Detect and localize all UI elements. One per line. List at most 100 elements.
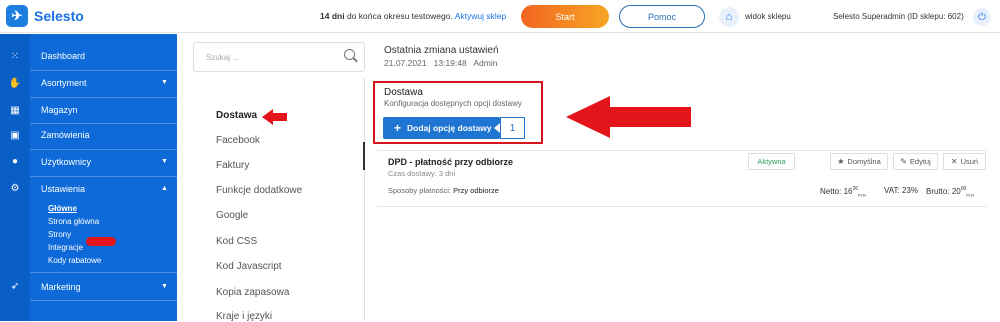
trial-days: 14 dni (320, 11, 345, 21)
logo-icon: ✈ (6, 5, 28, 27)
settings-item-dostawa[interactable]: Dostawa (216, 110, 257, 121)
sidebar-item-uzytkownicy[interactable]: Użytkownicy (41, 157, 91, 167)
default-label: Domyślna (847, 157, 881, 166)
edit-label: Edytuj (909, 157, 931, 166)
brand-name: Selesto (34, 8, 84, 24)
sidebar-item-zamowienia[interactable]: Zamówienia (41, 130, 90, 140)
star-icon: ★ (837, 157, 845, 166)
gear-icon: ⚙ (10, 183, 20, 194)
trial-text: do końca okresu testowego. (346, 11, 453, 21)
section-description: Konfiguracja dostępnych opcji dostawy (384, 99, 522, 108)
chevron-up-icon[interactable]: ▲ (161, 185, 168, 192)
scroll-indicator[interactable] (363, 142, 365, 170)
brutto-int: 20 (951, 187, 961, 196)
sidebar-item-ustawienia[interactable]: Ustawienia (41, 184, 85, 194)
user-icon: ● (11, 156, 19, 167)
activate-shop-link[interactable]: Aktywuj sklep (455, 11, 507, 21)
last-change-label: Ostatnia zmiana ustawień (384, 45, 499, 56)
view-shop-link[interactable]: widok sklepu (745, 12, 791, 21)
status-badge: Aktywna (748, 153, 795, 170)
settings-item-google[interactable]: Google (216, 210, 248, 221)
divider (377, 206, 987, 207)
divider (30, 70, 177, 71)
delete-label: Usuń (960, 157, 979, 166)
pointer-arrow-icon (262, 109, 287, 125)
handshake-icon: ✋ (8, 78, 22, 89)
edit-button[interactable]: ✎ Edytuj (893, 153, 938, 170)
add-delivery-option-button[interactable]: + Dodaj opcję dostawy (383, 117, 500, 139)
top-bar: ✈ Selesto 14 dni do końca okresu testowe… (0, 0, 1000, 33)
user-info: Selesto Superadmin (ID sklepu: 602) (833, 12, 964, 21)
rocket-icon: ➶ (10, 281, 20, 292)
section-title: Dostawa (384, 87, 423, 98)
divider (30, 300, 177, 301)
highlight-marker (86, 237, 116, 246)
brutto-label: Brutto: (926, 187, 950, 196)
close-icon: ✕ (950, 157, 958, 166)
settings-item-faktury[interactable]: Faktury (216, 160, 249, 171)
divider (377, 150, 987, 151)
sidebar-icon-rail: ⁙ ✋ ▦ ▣ ● ⚙ ➶ (0, 34, 30, 321)
chevron-down-icon[interactable]: ▼ (161, 79, 168, 86)
plus-icon: + (394, 121, 402, 135)
divider (30, 272, 177, 273)
sidebar-item-magazyn[interactable]: Magazyn (41, 105, 78, 115)
vat-value: 23% (901, 186, 918, 195)
search-icon[interactable] (344, 49, 355, 60)
count-badge: 1 (494, 117, 525, 139)
price-vat: VAT: 23% (884, 186, 918, 195)
search-input[interactable]: Szukaj ... (193, 42, 365, 72)
price-brutto: Brutto: 2000PLN (926, 186, 974, 198)
divider (364, 78, 365, 321)
netto-currency: PLN (858, 192, 866, 198)
price-netto: Netto: 1626PLN (820, 186, 866, 198)
settings-item-funkcje-dodatkowe[interactable]: Funkcje dodatkowe (216, 185, 302, 196)
pencil-icon: ✎ (900, 157, 907, 166)
vat-label: VAT: (884, 186, 900, 195)
settings-item-kod-javascript[interactable]: Kod Javascript (216, 261, 282, 272)
sidebar-item-dashboard[interactable]: Dashboard (41, 51, 85, 61)
sidebar-item-marketing[interactable]: Marketing (41, 282, 81, 292)
bag-icon: ▣ (10, 130, 20, 141)
help-button[interactable]: Pomoc (619, 5, 705, 28)
home-icon[interactable]: ⌂ (719, 7, 739, 27)
settings-item-kraje-i-jezyki[interactable]: Kraje i języki (216, 311, 272, 322)
last-change-date: 21.07.2021 (384, 58, 427, 68)
brutto-currency: PLN (966, 192, 975, 198)
warehouse-icon: ▦ (10, 105, 20, 116)
subitem-integracje[interactable]: Integracje (48, 243, 83, 252)
subitem-kody-rabatowe[interactable]: Kody rabatowe (48, 256, 101, 265)
settings-item-kopia-zapasowa[interactable]: Kopia zapasowa (216, 287, 289, 298)
last-change-meta: 21.07.2021 13:19:48 Admin (384, 58, 497, 68)
netto-label: Netto: (820, 187, 842, 196)
trial-notice: 14 dni do końca okresu testowego. Aktywu… (320, 11, 506, 21)
delivery-option-payments: Sposoby płatności: Przy odbiorze (388, 186, 499, 195)
sidebar: ⁙ ✋ ▦ ▣ ● ⚙ ➶ Dashboard Asortyment ▼ Mag… (0, 34, 177, 321)
grid-icon: ⁙ (10, 51, 20, 62)
settings-item-kod-css[interactable]: Kod CSS (216, 236, 257, 247)
subitem-strony[interactable]: Strony (48, 230, 71, 239)
delivery-option-time: Czas dostawy: 3 dni (388, 169, 456, 178)
power-icon[interactable]: ⏻ (973, 8, 991, 26)
divider (30, 97, 177, 98)
logo[interactable]: ✈ Selesto (6, 5, 84, 27)
set-default-button[interactable]: ★ Domyślna (830, 153, 888, 170)
payments-value: Przy odbiorze (453, 186, 499, 195)
divider (30, 149, 177, 150)
pointer-arrow-icon (566, 96, 691, 138)
netto-dec: 26 (852, 186, 859, 192)
divider (30, 123, 177, 124)
payments-label: Sposoby płatności: (388, 186, 451, 195)
delete-button[interactable]: ✕ Usuń (943, 153, 986, 170)
subitem-glowne[interactable]: Główne (48, 204, 77, 213)
search-placeholder: Szukaj ... (206, 53, 239, 62)
delivery-option-name[interactable]: DPD - płatność przy odbiorze (388, 157, 513, 167)
last-change-user: Admin (473, 58, 498, 68)
start-button[interactable]: Start (521, 5, 609, 28)
settings-item-facebook[interactable]: Facebook (216, 135, 260, 146)
chevron-down-icon[interactable]: ▼ (161, 158, 168, 165)
chevron-down-icon[interactable]: ▼ (161, 283, 168, 290)
subitem-strona-glowna[interactable]: Strona główna (48, 217, 99, 226)
sidebar-item-asortyment[interactable]: Asortyment (41, 78, 87, 88)
brutto-dec: 00 (960, 186, 967, 192)
